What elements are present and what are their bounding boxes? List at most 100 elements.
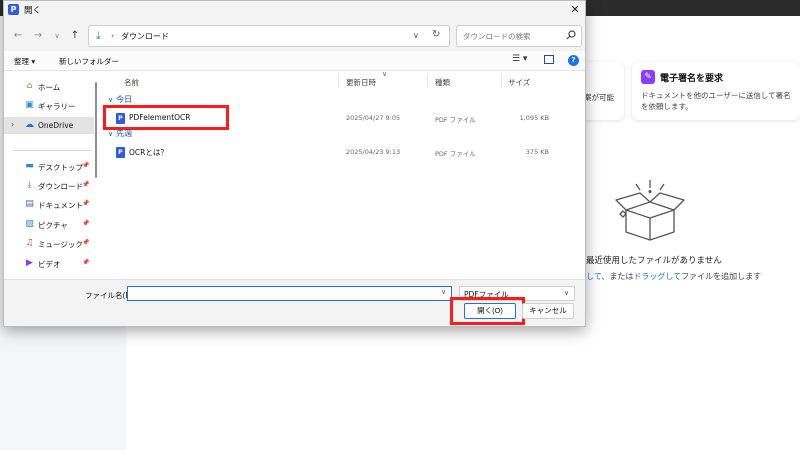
empty-state-title: 最近使用したファイルがありません [586,256,722,266]
recent-locations-chevron-icon[interactable]: ∨ [50,29,64,43]
empty-box-icon [615,180,685,241]
scrollbar-thumb[interactable] [95,82,97,178]
dialog-title-bar[interactable]: P 開く ✕ [4,1,585,19]
column-header-size[interactable]: サイズ [508,77,530,88]
group-header-last-week[interactable]: ∨ 先週 [108,128,132,139]
dialog-toolbar: 整理 ▾ 新しいフォルダー ☰ ▾ ? [4,51,585,71]
column-divider[interactable] [501,74,502,88]
hint-text: ファイルを追加します [681,272,762,281]
forward-arrow-icon[interactable]: → [31,29,45,43]
nav-pane-scrollbar[interactable] [94,72,98,278]
navigation-bar: ← → ∨ ↑ ⤓ › ダウンロード ∨ ↻ ダウンロードの検索 [4,19,585,51]
cloud-icon: ☁ [25,120,34,130]
drag-file-link[interactable]: ドラッグして [633,272,681,281]
address-dropdown-icon[interactable]: ∨ [413,31,419,40]
nav-item-label: デスクトップ [38,163,83,172]
search-input[interactable]: ダウンロードの検索 [456,25,582,47]
video-icon: ▶ [26,258,33,268]
breadcrumb-current-folder[interactable]: ダウンロード [121,31,169,42]
pin-icon[interactable]: 📌 [82,162,89,169]
new-folder-button[interactable]: 新しいフォルダー [59,56,119,67]
pin-icon[interactable]: 📌 [82,220,89,227]
file-name: OCRとは？ [129,148,168,157]
file-type: PDF ファイル [435,116,476,124]
nav-item-label: ダウンロード [38,182,83,191]
preview-pane-icon[interactable] [544,55,554,64]
pdfelement-app-icon: P [8,4,19,15]
filename-dropdown-icon[interactable]: ∨ [441,288,446,296]
dialog-title: 開く [24,6,42,16]
open-file-dialog: P 開く ✕ ← → ∨ ↑ ⤓ › ダウンロード ∨ ↻ ダウンロードの検索 … [3,0,586,327]
search-placeholder: ダウンロードの検索 [463,32,531,41]
open-file-link[interactable]: して [586,272,601,281]
column-divider[interactable] [427,74,428,88]
file-date: 2025/04/27 9:05 [346,114,401,122]
collapse-chevron-icon: ∨ [108,130,114,138]
nav-item-videos[interactable]: ▶ ビデオ 📌 [4,255,94,272]
nav-item-label: ピクチャ [38,221,68,230]
empty-state-hint: して、またはドラッグしてファイルを追加します [586,271,761,282]
file-date: 2025/04/23 9:13 [346,148,401,156]
nav-item-gallery[interactable]: ▣ ギャラリー [4,97,94,114]
cancel-button[interactable]: キャンセル [522,303,574,319]
pin-icon[interactable]: 📌 [82,200,89,207]
nav-item-desktop[interactable]: ▬ デスクトップ 📌 [4,158,94,175]
picture-icon: ▨ [25,219,34,229]
nav-item-label: ビデオ [38,260,61,269]
open-button[interactable]: 開く(O) [464,303,516,319]
pin-icon[interactable]: 📌 [82,259,89,266]
document-icon: ▤ [25,199,34,209]
group-label: 先週 [116,129,133,138]
desktop-icon: ▬ [25,161,34,171]
music-icon: ♫ [25,238,34,248]
download-icon: ⤓ [27,180,32,190]
column-divider[interactable] [338,74,339,88]
nav-item-home[interactable]: ⌂ ホーム [4,78,94,95]
pin-icon[interactable]: 📌 [82,239,89,246]
pin-icon[interactable]: 📌 [82,181,89,188]
help-icon[interactable]: ? [568,55,579,66]
navigation-pane: ⌂ ホーム ▣ ギャラリー › ☁ OneDrive ▬ デスクトップ 📌 ⤓ … [4,72,100,279]
request-signature-card[interactable]: ✎ 電子署名を要求 ドキュメントを他のユーザーに送信して署名を依頼します。 [632,62,800,120]
gallery-icon: ▣ [25,100,34,110]
pdf-file-icon: P [116,147,125,158]
download-folder-icon: ⤓ [96,29,101,42]
chevron-down-icon: ∨ [564,289,570,297]
column-header-date[interactable]: 更新日時 [346,77,376,88]
column-header-type[interactable]: 種類 [435,77,450,88]
group-header-today[interactable]: ∨ 今日 [108,94,132,105]
nav-item-label: ドキュメント [38,201,83,210]
address-bar[interactable]: ⤓ › ダウンロード ∨ ↻ [88,25,450,47]
file-row[interactable]: P OCRとは？ 2025/04/23 9:13 PDF ファイル 375 KB [116,144,576,160]
collapse-chevron-icon: ∨ [108,96,114,104]
sort-indicator-icon: ∨ [382,70,388,78]
signature-icon: ✎ [641,70,655,84]
group-label: 今日 [116,95,133,104]
organize-button[interactable]: 整理 ▾ [14,56,35,67]
nav-item-label: ホーム [38,83,61,92]
up-arrow-icon[interactable]: ↑ [68,29,82,43]
nav-item-onedrive[interactable]: › ☁ OneDrive [4,117,94,134]
nav-item-label: ギャラリー [38,102,76,111]
refresh-icon[interactable]: ↻ [432,29,440,40]
nav-item-pictures[interactable]: ▨ ピクチャ 📌 [4,216,94,233]
hint-text: 、または [601,272,634,281]
filename-input[interactable] [127,286,452,301]
nav-item-music[interactable]: ♫ ミュージック 📌 [4,235,94,252]
dialog-bottom-area: ファイル名(N): ∨ PDFファイル ∨ 開く(O) キャンセル [4,279,585,326]
nav-item-label: ミュージック [38,240,83,249]
file-type: PDF ファイル [435,150,476,158]
feature-card-text: 案が可能 [584,93,614,102]
nav-item-documents[interactable]: ▤ ドキュメント 📌 [4,196,94,213]
signature-card-description: ドキュメントを他のユーザーに送信して署名を依頼します。 [641,91,791,111]
breadcrumb-separator: › [111,31,115,40]
back-arrow-icon[interactable]: ← [11,29,25,43]
column-header-name[interactable]: 名前 [124,77,139,88]
nav-item-downloads[interactable]: ⤓ ダウンロード 📌 [4,177,94,194]
home-icon: ⌂ [26,81,33,91]
search-icon[interactable] [566,30,576,40]
expand-chevron-icon[interactable]: › [11,120,14,129]
close-button[interactable]: ✕ [566,2,584,18]
view-options-icon[interactable]: ☰ ▾ [512,54,527,64]
file-size: 375 KB [525,148,549,156]
